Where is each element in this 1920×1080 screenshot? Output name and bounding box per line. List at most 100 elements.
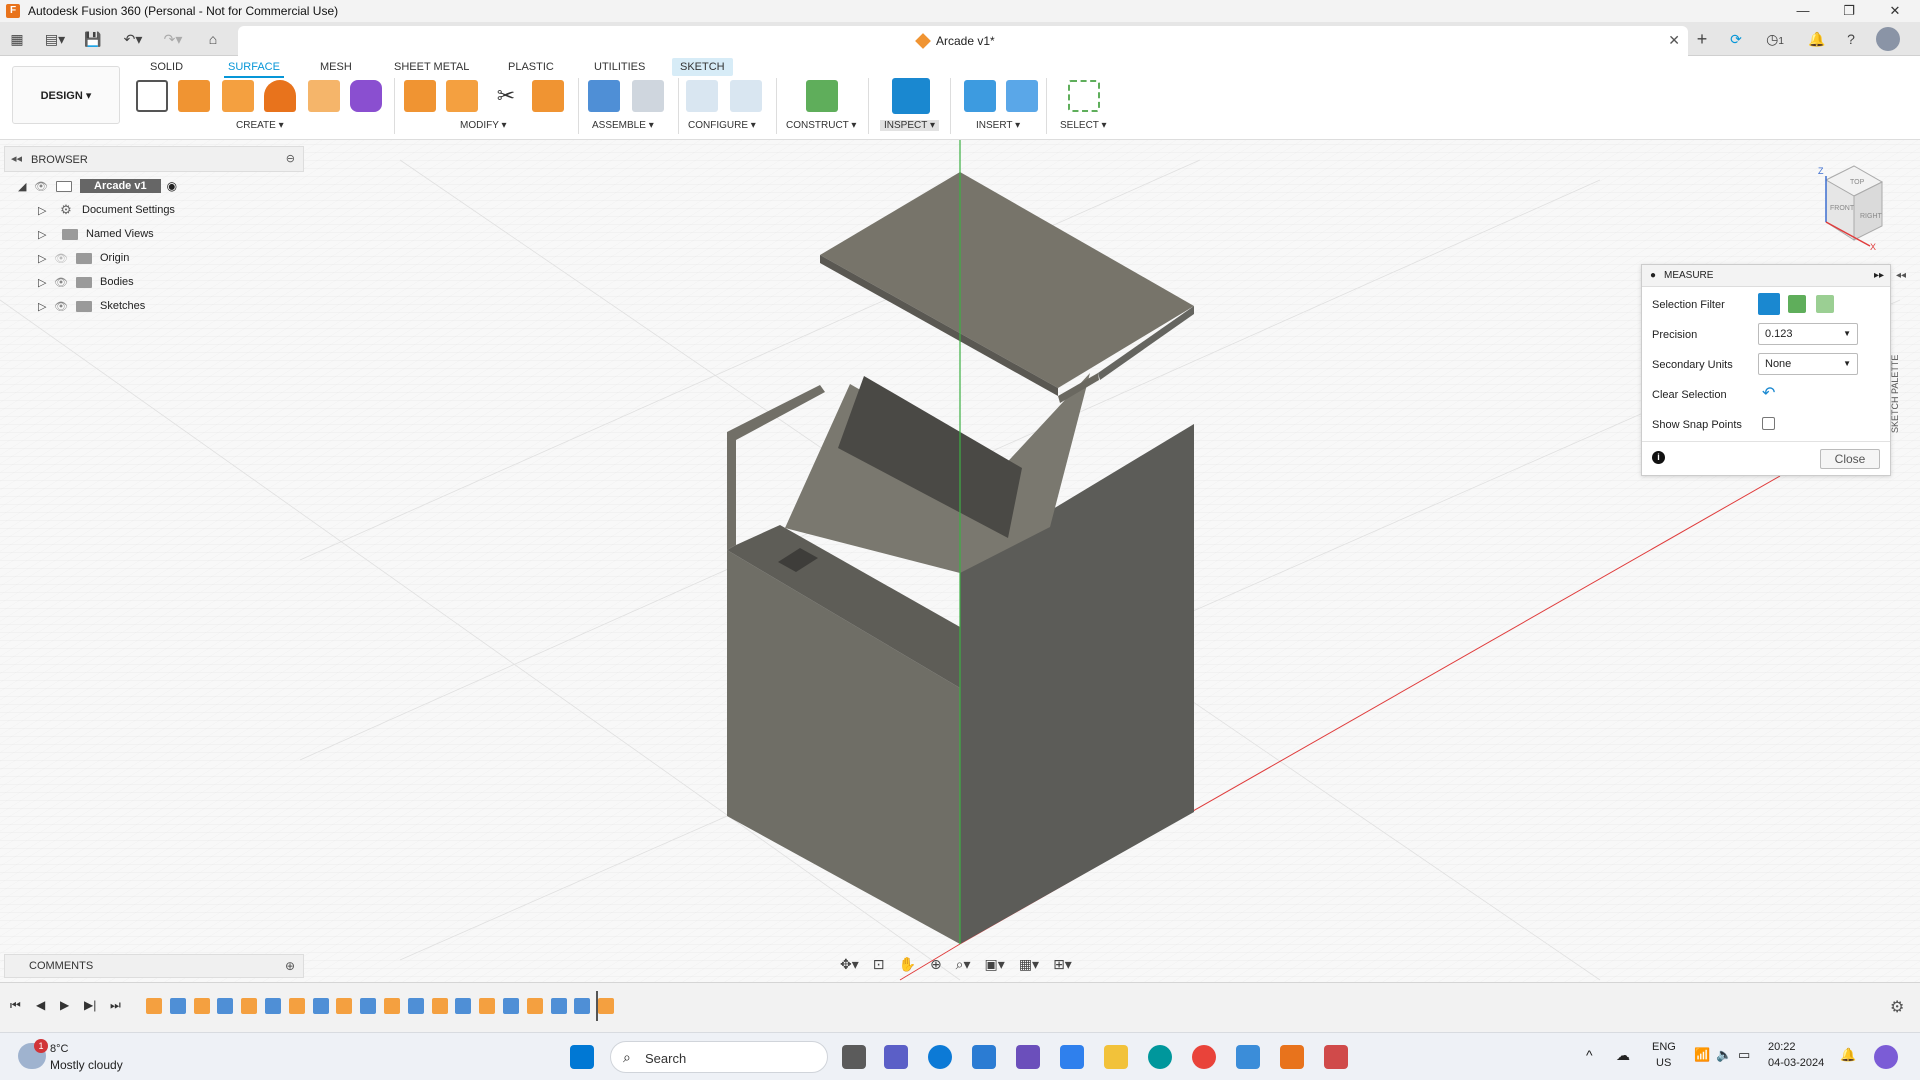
tab-mesh[interactable]: MESH xyxy=(312,58,360,76)
extend-icon[interactable] xyxy=(222,80,254,112)
sketch-palette-tab[interactable]: SKETCH PALETTE xyxy=(1890,354,1910,434)
timeline-feature-icon[interactable] xyxy=(431,998,448,1014)
timeline-feature-icon[interactable] xyxy=(455,998,472,1014)
photos-icon[interactable] xyxy=(1236,1045,1260,1069)
assemble-menu[interactable]: ASSEMBLE ▾ xyxy=(592,120,654,131)
visibility-eye-icon[interactable]: 👁 xyxy=(52,276,70,289)
expand-triangle-icon[interactable]: ▷ xyxy=(38,300,52,313)
expand-triangle-icon[interactable]: ▷ xyxy=(38,276,52,289)
help-icon[interactable]: ? xyxy=(1842,30,1860,48)
collapse-dialog-icon[interactable]: ● xyxy=(1650,265,1656,287)
grid-settings-icon[interactable]: ▦▾ xyxy=(1019,956,1039,973)
create-menu[interactable]: CREATE ▾ xyxy=(236,120,284,131)
notification-bell-icon[interactable]: 🔔 xyxy=(1840,1047,1856,1063)
fusion-taskbar-icon[interactable] xyxy=(1280,1045,1304,1069)
hidden-eye-icon[interactable]: 👁 xyxy=(52,252,70,265)
collapse-triangle-icon[interactable]: ◢ xyxy=(18,180,32,193)
timeline-feature-icon[interactable] xyxy=(598,998,615,1014)
construct-menu[interactable]: CONSTRUCT ▾ xyxy=(786,120,856,131)
delete-face-icon[interactable] xyxy=(446,80,478,112)
close-tab-icon[interactable]: ✕ xyxy=(1668,32,1680,49)
inspect-menu[interactable]: INSPECT ▾ xyxy=(880,120,939,131)
tab-utilities[interactable]: UTILITIES xyxy=(586,58,653,76)
fit-icon[interactable]: ⌕▾ xyxy=(956,956,971,973)
press-pull-icon[interactable] xyxy=(404,80,436,112)
insert-derive-icon[interactable] xyxy=(964,80,996,112)
timeline-feature-icon[interactable] xyxy=(312,998,329,1014)
timeline-feature-icon[interactable] xyxy=(550,998,567,1014)
activate-radio-icon[interactable]: ◉ xyxy=(167,179,177,193)
expand-triangle-icon[interactable]: ▷ xyxy=(38,252,52,265)
timeline-marker[interactable] xyxy=(596,991,598,1021)
wifi-icon[interactable]: 📶 xyxy=(1694,1047,1710,1063)
maximize-button[interactable]: ❐ xyxy=(1826,0,1872,22)
viewports-icon[interactable]: ⊞▾ xyxy=(1053,956,1072,973)
apps-grid-icon[interactable]: ▦ xyxy=(8,30,26,48)
measure-icon[interactable] xyxy=(892,78,930,114)
snipping-tool-icon[interactable] xyxy=(1324,1045,1348,1069)
undo-icon[interactable]: ↶▾ xyxy=(118,30,148,48)
timeline-feature-icon[interactable] xyxy=(265,998,281,1014)
timeline-feature-icon[interactable] xyxy=(360,998,377,1014)
chrome-icon[interactable] xyxy=(1192,1045,1216,1069)
region-indicator[interactable]: US xyxy=(1656,1057,1671,1069)
save-icon[interactable]: 💾 xyxy=(84,30,102,48)
tree-item-bodies[interactable]: ▷ 👁 Bodies xyxy=(18,270,298,294)
user-avatar[interactable] xyxy=(1876,27,1900,51)
comments-panel[interactable]: COMMENTS ⊕ xyxy=(4,954,304,978)
orbit-icon[interactable]: ✥▾ xyxy=(840,956,859,973)
offset-icon[interactable] xyxy=(532,80,564,112)
close-button[interactable]: Close xyxy=(1820,449,1880,469)
view-cube-graphic[interactable]: TOP FRONT RIGHT Z X xyxy=(1810,160,1890,252)
timeline-feature-icon[interactable] xyxy=(526,998,543,1014)
browser-options-icon[interactable]: ⊖ xyxy=(286,152,295,165)
display-settings-icon[interactable]: ▣▾ xyxy=(985,956,1005,973)
tree-item-origin[interactable]: ▷ 👁 Origin xyxy=(18,246,298,270)
select-menu[interactable]: SELECT ▾ xyxy=(1060,120,1107,131)
add-comment-icon[interactable]: ⊕ xyxy=(285,959,295,973)
teams-icon[interactable] xyxy=(884,1045,908,1069)
workspace-switcher[interactable]: DESIGN ▾ xyxy=(12,66,120,124)
timeline-feature-icon[interactable] xyxy=(288,998,305,1014)
tray-onedrive-icon[interactable]: ☁ xyxy=(1616,1047,1630,1064)
pan-hand-icon[interactable]: ✋ xyxy=(899,956,916,973)
expand-triangle-icon[interactable]: ▷ xyxy=(38,228,52,241)
insert-canvas-icon[interactable] xyxy=(1006,80,1038,112)
play-icon[interactable]: ▶ xyxy=(60,998,69,1012)
job-status-icon[interactable]: ◷1 xyxy=(1760,30,1790,48)
edge-icon[interactable] xyxy=(928,1045,952,1069)
expand-dialog-icon[interactable]: ▸▸ xyxy=(1874,265,1884,287)
vscode-icon[interactable] xyxy=(972,1045,996,1069)
secondary-units-select[interactable]: None ▼ xyxy=(1758,353,1858,375)
configure-table-icon[interactable] xyxy=(730,80,762,112)
arduino-icon[interactable] xyxy=(1148,1045,1172,1069)
timeline-feature-icon[interactable] xyxy=(217,998,234,1014)
close-window-button[interactable]: ✕ xyxy=(1872,0,1918,22)
trim-scissors-icon[interactable]: ✂ xyxy=(490,80,522,112)
tree-item-named-views[interactable]: ▷ Named Views xyxy=(18,222,298,246)
revolve-icon[interactable] xyxy=(264,80,296,112)
clock-date[interactable]: 04-03-2024 xyxy=(1768,1057,1824,1069)
configure-menu[interactable]: CONFIGURE ▾ xyxy=(688,120,756,131)
form-icon[interactable] xyxy=(350,80,382,112)
configure-icon[interactable] xyxy=(686,80,718,112)
file-explorer-icon[interactable] xyxy=(1104,1045,1128,1069)
go-to-start-icon[interactable]: ⏮ xyxy=(10,998,21,1013)
collapse-browser-icon[interactable]: ◂◂ xyxy=(11,152,22,165)
step-back-icon[interactable]: ◀ xyxy=(36,998,45,1012)
timeline-feature-icon[interactable] xyxy=(169,998,186,1014)
store-icon[interactable] xyxy=(1060,1045,1084,1069)
battery-icon[interactable]: ▭ xyxy=(1738,1047,1750,1063)
volume-icon[interactable]: 🔈 xyxy=(1716,1047,1732,1063)
info-icon[interactable]: i xyxy=(1652,451,1665,464)
collapse-palette-icon[interactable]: ◂◂ xyxy=(1896,270,1906,281)
go-to-end-icon[interactable]: ⏭ xyxy=(110,998,121,1013)
file-menu-icon[interactable]: ▤▾ xyxy=(40,30,70,48)
git-app-icon[interactable] xyxy=(1016,1045,1040,1069)
clear-selection-undo-icon[interactable]: ↶ xyxy=(1762,383,1775,403)
joint-icon[interactable] xyxy=(632,80,664,112)
tab-solid[interactable]: SOLID xyxy=(142,58,191,76)
tab-plastic[interactable]: PLASTIC xyxy=(500,58,562,76)
filter-component-icon[interactable] xyxy=(1816,295,1834,313)
modify-menu[interactable]: MODIFY ▾ xyxy=(460,120,507,131)
